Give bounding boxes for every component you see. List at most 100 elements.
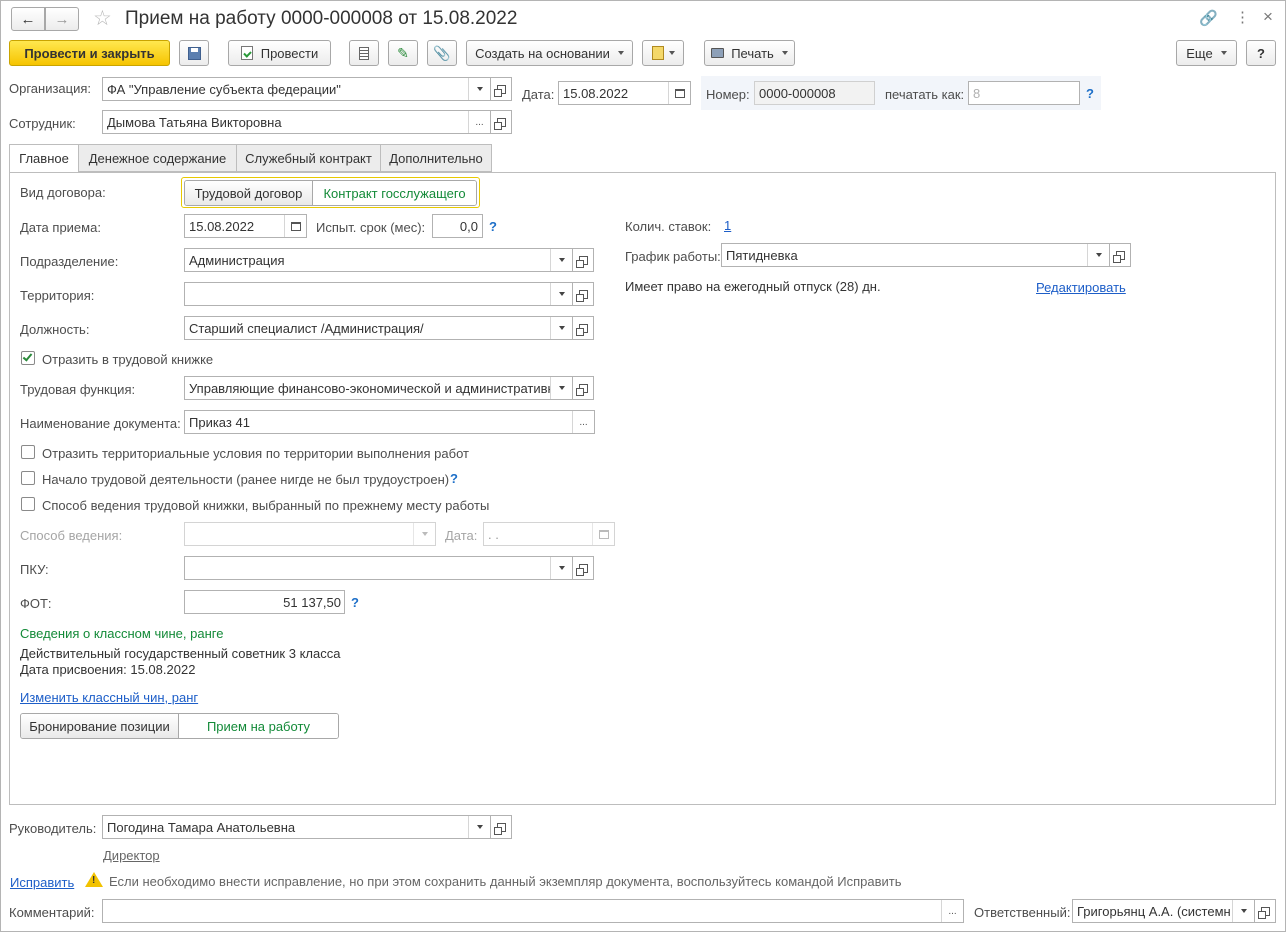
rank-header: Сведения о классном чине, ранге: [20, 626, 224, 641]
open-manager-button[interactable]: [490, 815, 512, 839]
dropdown-arrow-icon[interactable]: [1232, 900, 1254, 922]
manager-field[interactable]: Погодина Тамара Анатольевна: [102, 815, 491, 839]
close-icon[interactable]: ×: [1263, 7, 1273, 27]
open-department-button[interactable]: [572, 248, 594, 272]
method-label: Способ ведения:: [20, 528, 123, 543]
open-icon: [575, 383, 588, 396]
select-dots-icon[interactable]: ...: [941, 900, 963, 922]
dropdown-arrow-icon[interactable]: [1087, 244, 1109, 266]
post-and-close-button[interactable]: Провести и закрыть: [9, 40, 170, 66]
edit-vacation-link[interactable]: Редактировать: [1036, 280, 1126, 295]
tab-salary[interactable]: Денежное содержание: [78, 144, 237, 172]
open-labor-function-button[interactable]: [572, 376, 594, 400]
star-icon[interactable]: ☆: [93, 6, 112, 31]
open-responsible-button[interactable]: [1254, 899, 1276, 923]
help-question-icon[interactable]: ?: [351, 595, 359, 610]
dropdown-arrow-icon[interactable]: [550, 557, 572, 579]
dropdown-arrow-icon[interactable]: [468, 78, 490, 100]
pku-field[interactable]: [184, 556, 573, 580]
pen-icon: ✎: [397, 44, 409, 61]
date-field[interactable]: 15.08.2022: [558, 81, 691, 105]
responsible-label: Ответственный:: [974, 905, 1071, 920]
method-date-field[interactable]: . .: [483, 522, 615, 546]
hire-option[interactable]: Прием на работу: [179, 714, 338, 738]
comment-field[interactable]: ...: [102, 899, 964, 923]
department-field[interactable]: Администрация: [184, 248, 573, 272]
floppy-disk-icon: [187, 46, 201, 60]
territory-field[interactable]: [184, 282, 573, 306]
reports-button[interactable]: [642, 40, 684, 66]
open-employee-button[interactable]: [490, 110, 512, 134]
paperclip-icon: 📎: [433, 44, 451, 61]
back-button[interactable]: ←: [11, 7, 45, 31]
probation-field[interactable]: 0,0: [432, 214, 483, 238]
doc-name-field[interactable]: Приказ 41...: [184, 410, 595, 434]
labor-contract-option[interactable]: Трудовой договор: [185, 181, 313, 205]
open-schedule-button[interactable]: [1109, 243, 1131, 267]
document-journal-button[interactable]: [349, 40, 379, 66]
workbook-checkbox[interactable]: [21, 351, 35, 365]
tab-service-contract[interactable]: Служебный контракт: [236, 144, 381, 172]
organization-field[interactable]: ФА "Управление субъекта федерации": [102, 77, 491, 101]
hire-date-field[interactable]: 15.08.2022: [184, 214, 307, 238]
create-based-on-button[interactable]: Создать на основании: [466, 40, 633, 66]
employee-field[interactable]: Дымова Татьяна Викторовна...: [102, 110, 491, 134]
tab-main[interactable]: Главное: [9, 144, 79, 173]
position-field[interactable]: Старший специалист /Администрация/: [184, 316, 573, 340]
dropdown-arrow-icon[interactable]: [550, 249, 572, 271]
bottom-mode-switch[interactable]: Бронирование позиции Прием на работу: [20, 713, 339, 739]
fix-link[interactable]: Исправить: [10, 875, 74, 890]
manager-label: Руководитель:: [9, 821, 97, 836]
more-vert-icon[interactable]: ⋮: [1235, 8, 1250, 26]
civil-service-contract-option[interactable]: Контракт госслужащего: [313, 181, 476, 205]
pku-label: ПКУ:: [20, 562, 49, 577]
chevron-down-icon: [781, 51, 788, 55]
sign-button[interactable]: ✎: [388, 40, 418, 66]
change-rank-link[interactable]: Изменить классный чин, ранг: [20, 690, 198, 705]
dropdown-arrow-icon[interactable]: [550, 283, 572, 305]
calendar-icon[interactable]: [592, 523, 614, 545]
help-question-icon[interactable]: ?: [450, 471, 458, 486]
tab-additional[interactable]: Дополнительно: [380, 144, 492, 172]
probation-label: Испыт. срок (мес):: [316, 220, 426, 235]
help-button[interactable]: ?: [1246, 40, 1276, 66]
forward-button[interactable]: →: [45, 7, 79, 31]
select-dots-icon[interactable]: ...: [572, 411, 594, 433]
number-field[interactable]: 0000-000008: [754, 81, 875, 105]
career-start-checkbox[interactable]: [21, 471, 35, 485]
chevron-down-icon: [668, 51, 675, 55]
open-icon: [575, 563, 588, 576]
open-pku-button[interactable]: [572, 556, 594, 580]
open-territory-button[interactable]: [572, 282, 594, 306]
responsible-field[interactable]: Григорьянц А.А. (системн: [1072, 899, 1255, 923]
dropdown-arrow-icon[interactable]: [550, 317, 572, 339]
calendar-icon[interactable]: [284, 215, 306, 237]
post-button[interactable]: Провести: [228, 40, 331, 66]
labor-function-field[interactable]: Управляющие финансово-экономической и ад…: [184, 376, 573, 400]
reserve-position-option[interactable]: Бронирование позиции: [21, 714, 179, 738]
print-button[interactable]: Печать: [704, 40, 795, 66]
contract-type-switch[interactable]: Трудовой договор Контракт госслужащего: [184, 180, 477, 206]
schedule-field[interactable]: Пятидневка: [721, 243, 1110, 267]
open-organization-button[interactable]: [490, 77, 512, 101]
attach-button[interactable]: 📎: [427, 40, 457, 66]
manager-position-link[interactable]: Директор: [103, 848, 160, 863]
fot-field[interactable]: 51 137,50: [184, 590, 345, 614]
dropdown-arrow-icon[interactable]: [550, 377, 572, 399]
link-icon[interactable]: 🔗: [1199, 9, 1218, 27]
dropdown-arrow-icon[interactable]: [413, 523, 435, 545]
help-question-icon[interactable]: ?: [1086, 86, 1094, 101]
rates-link[interactable]: 1: [724, 218, 731, 233]
print-as-field[interactable]: 8: [968, 81, 1080, 105]
save-button[interactable]: [179, 40, 209, 66]
dropdown-arrow-icon[interactable]: [468, 816, 490, 838]
calendar-icon[interactable]: [668, 82, 690, 104]
more-button[interactable]: Еще: [1176, 40, 1237, 66]
workbook-method-checkbox[interactable]: [21, 497, 35, 511]
rank-text: Действительный государственный советник …: [20, 646, 341, 661]
territorial-conditions-checkbox[interactable]: [21, 445, 35, 459]
method-field[interactable]: [184, 522, 436, 546]
open-position-button[interactable]: [572, 316, 594, 340]
select-dots-icon[interactable]: ...: [468, 111, 490, 133]
help-question-icon[interactable]: ?: [489, 219, 497, 234]
